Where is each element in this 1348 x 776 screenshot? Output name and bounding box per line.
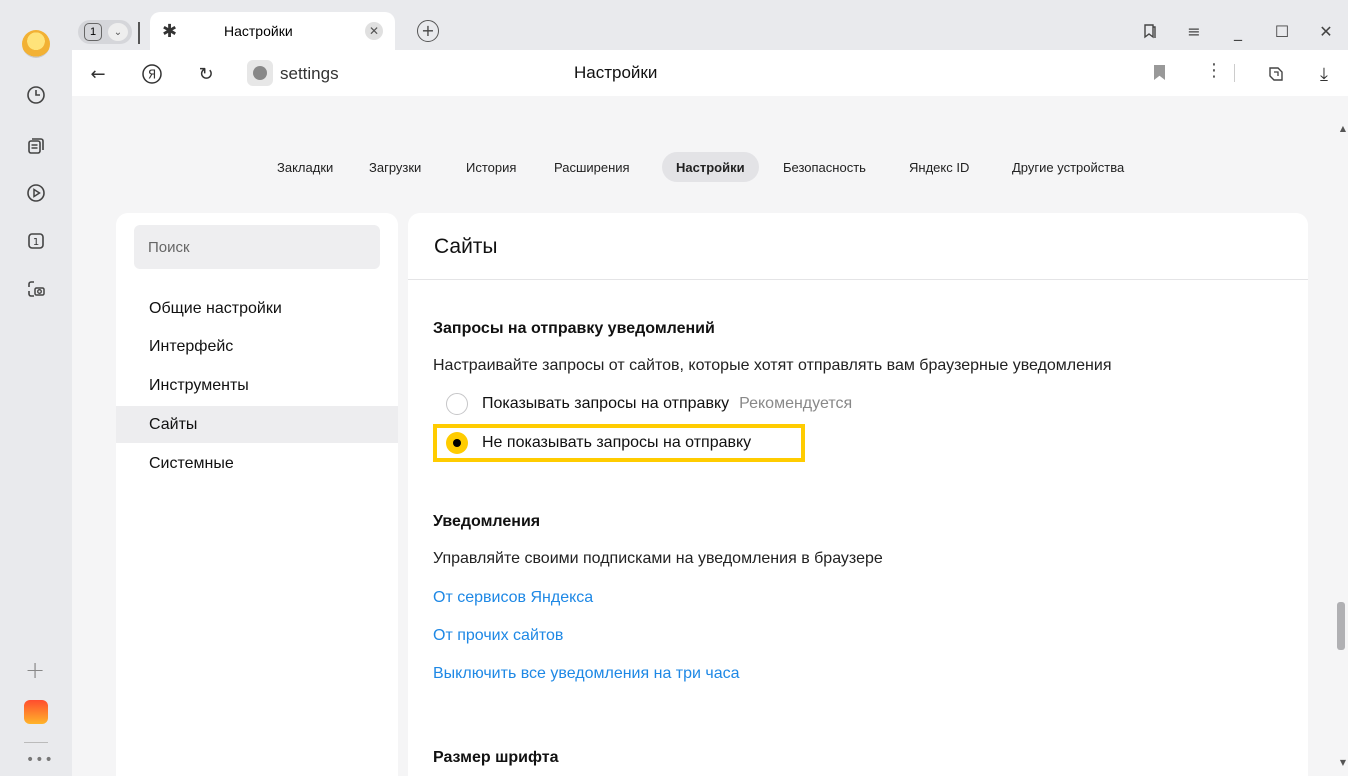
divider <box>24 742 48 743</box>
scrollbar[interactable]: ▲ ▼ <box>1334 96 1348 776</box>
sidebar-item-system[interactable]: Системные <box>116 445 398 482</box>
page-title: Настройки <box>574 63 658 82</box>
radio-label: Показывать запросы на отправку <box>482 395 730 412</box>
more-icon[interactable]: ••• <box>26 752 54 768</box>
nav-security[interactable]: Безопасность <box>783 152 866 182</box>
mail-icon[interactable] <box>24 700 48 724</box>
sidebar-item-general[interactable]: Общие настройки <box>116 290 398 327</box>
extensions-icon[interactable] <box>1264 62 1288 86</box>
address-bar: ← Я ↻ settings Настройки ⋮ ⤓ <box>72 50 1348 96</box>
sidebar-item-interface[interactable]: Интерфейс <box>116 328 398 365</box>
window-controls: ≡ _ ☐ ✕ <box>1128 12 1348 50</box>
radio-show-requests[interactable]: Показывать запросы на отправку Рекоменду… <box>446 390 852 418</box>
tab-settings[interactable]: ✱ Настройки ✕ <box>150 12 395 50</box>
screenshot-icon[interactable] <box>21 274 51 304</box>
radio-hide-requests[interactable]: Не показывать запросы на отправку <box>446 429 751 457</box>
close-icon[interactable]: ✕ <box>365 22 383 40</box>
new-tab-button[interactable]: + <box>417 20 439 42</box>
search-input[interactable]: Поиск <box>134 225 380 269</box>
divider <box>408 279 1308 280</box>
svg-text:1: 1 <box>33 237 39 248</box>
nav-history[interactable]: История <box>466 152 516 182</box>
site-info-icon[interactable] <box>247 60 273 86</box>
settings-main: Сайты Запросы на отправку уведомлений На… <box>408 213 1308 776</box>
yandex-icon[interactable]: Я <box>140 62 164 86</box>
notifications-description: Управляйте своими подписками на уведомле… <box>433 550 883 567</box>
link-other-sites[interactable]: От прочих сайтов <box>433 627 563 645</box>
notifications-heading: Уведомления <box>433 513 541 530</box>
settings-page: Закладки Загрузки История Расширения Нас… <box>72 96 1348 776</box>
radio-button[interactable] <box>446 393 468 415</box>
nav-downloads[interactable]: Загрузки <box>369 152 421 182</box>
download-icon[interactable]: ⤓ <box>1312 62 1336 86</box>
nav-other-devices[interactable]: Другие устройства <box>1012 152 1124 182</box>
tab-count-icon[interactable]: 1 <box>21 226 51 256</box>
nav-yandex-id[interactable]: Яндекс ID <box>909 152 969 182</box>
tab-count: 1 <box>84 23 102 41</box>
scroll-down-icon[interactable]: ▼ <box>1340 758 1346 767</box>
divider <box>1234 64 1235 82</box>
tab-strip: 1 ⌄ ✱ Настройки ✕ + ≡ _ ☐ ✕ <box>72 12 1348 50</box>
window-close-icon[interactable]: ✕ <box>1304 12 1348 50</box>
radio-button-selected[interactable] <box>446 432 468 454</box>
bookmark-icon[interactable] <box>1154 65 1165 80</box>
reload-icon[interactable]: ↻ <box>194 62 218 86</box>
history-icon[interactable] <box>21 80 51 110</box>
radio-label: Не показывать запросы на отправку <box>482 434 752 451</box>
tab-counter-button[interactable]: 1 ⌄ <box>78 20 132 44</box>
sidebar-item-tools[interactable]: Инструменты <box>116 367 398 404</box>
section-title: Сайты <box>434 235 498 258</box>
link-yandex-services[interactable]: От сервисов Яндекса <box>433 589 593 607</box>
side-panel: 1 + ••• <box>0 0 72 776</box>
url-text[interactable]: settings <box>280 64 339 84</box>
font-size-heading: Размер шрифта <box>433 749 559 766</box>
settings-sidebar: Поиск Общие настройки Интерфейс Инструме… <box>116 213 398 776</box>
nav-bookmarks[interactable]: Закладки <box>277 152 333 182</box>
scrollbar-thumb[interactable] <box>1337 602 1345 650</box>
play-icon[interactable] <box>21 178 51 208</box>
nav-settings[interactable]: Настройки <box>662 152 759 182</box>
back-icon[interactable]: ← <box>86 62 110 86</box>
scroll-up-icon[interactable]: ▲ <box>1340 124 1346 133</box>
gear-icon: ✱ <box>162 20 178 42</box>
menu-icon[interactable]: ≡ <box>1172 12 1216 50</box>
tab-title: Настройки <box>224 23 293 39</box>
top-nav: Закладки Загрузки История Расширения Нас… <box>72 152 1348 182</box>
add-icon[interactable]: + <box>25 656 45 684</box>
link-disable-3h[interactable]: Выключить все уведомления на три часа <box>433 665 740 683</box>
collections-icon[interactable] <box>21 131 51 161</box>
minimize-icon[interactable]: _ <box>1216 12 1260 50</box>
notif-requests-heading: Запросы на отправку уведомлений <box>433 320 715 337</box>
recommended-badge: Рекомендуется <box>739 395 853 412</box>
svg-text:Я: Я <box>148 68 156 82</box>
chevron-down-icon: ⌄ <box>108 23 128 41</box>
sidebar-item-sites[interactable]: Сайты <box>116 406 398 443</box>
nav-extensions[interactable]: Расширения <box>554 152 630 182</box>
more-vertical-icon[interactable]: ⋮ <box>1205 60 1223 81</box>
avatar[interactable] <box>22 30 50 58</box>
bookmark-panel-icon[interactable] <box>1128 12 1172 50</box>
notif-requests-description: Настраивайте запросы от сайтов, которые … <box>433 357 1112 374</box>
maximize-icon[interactable]: ☐ <box>1260 12 1304 50</box>
tab-divider <box>138 22 140 44</box>
